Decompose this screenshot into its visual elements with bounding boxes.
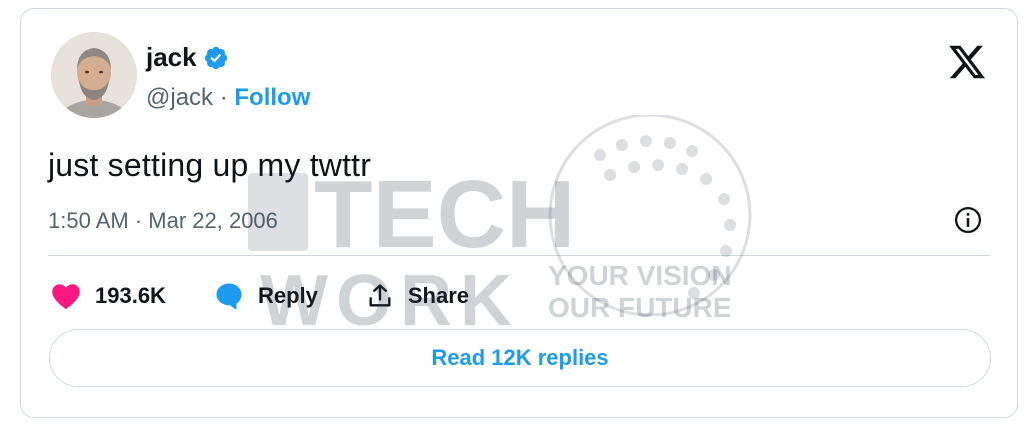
author-name[interactable]: jack <box>146 42 197 73</box>
share-upload-icon <box>369 284 391 307</box>
handle-row: @jack · Follow <box>146 84 310 112</box>
action-bar: 193.6K Reply Share <box>51 276 517 316</box>
x-logo-icon[interactable] <box>947 42 987 82</box>
avatar[interactable] <box>51 32 137 118</box>
author-handle[interactable]: @jack <box>146 84 213 111</box>
like-count: 193.6K <box>95 283 166 308</box>
reply-button[interactable]: Reply <box>214 281 318 311</box>
like-button[interactable]: 193.6K <box>51 282 166 310</box>
reply-bubble-icon <box>216 283 242 310</box>
share-label: Share <box>407 283 470 308</box>
read-replies-button[interactable]: Read 12K replies <box>49 329 991 387</box>
follow-link[interactable]: Follow <box>234 84 310 111</box>
reply-label: Reply <box>257 283 318 308</box>
heart-icon <box>52 284 80 310</box>
tweet-card[interactable]: jack @jack · Follow just setting up my t… <box>20 8 1018 418</box>
divider <box>48 255 990 256</box>
author-row: jack <box>146 42 229 73</box>
verified-badge-icon <box>204 46 227 69</box>
tweet-timestamp[interactable]: 1:50 AM · Mar 22, 2006 <box>48 208 278 234</box>
info-icon[interactable] <box>953 205 983 235</box>
share-button[interactable]: Share <box>366 282 469 310</box>
tweet-text: just setting up my twttr <box>48 147 372 183</box>
handle-separator: · <box>219 84 228 111</box>
avatar-image <box>51 32 137 118</box>
